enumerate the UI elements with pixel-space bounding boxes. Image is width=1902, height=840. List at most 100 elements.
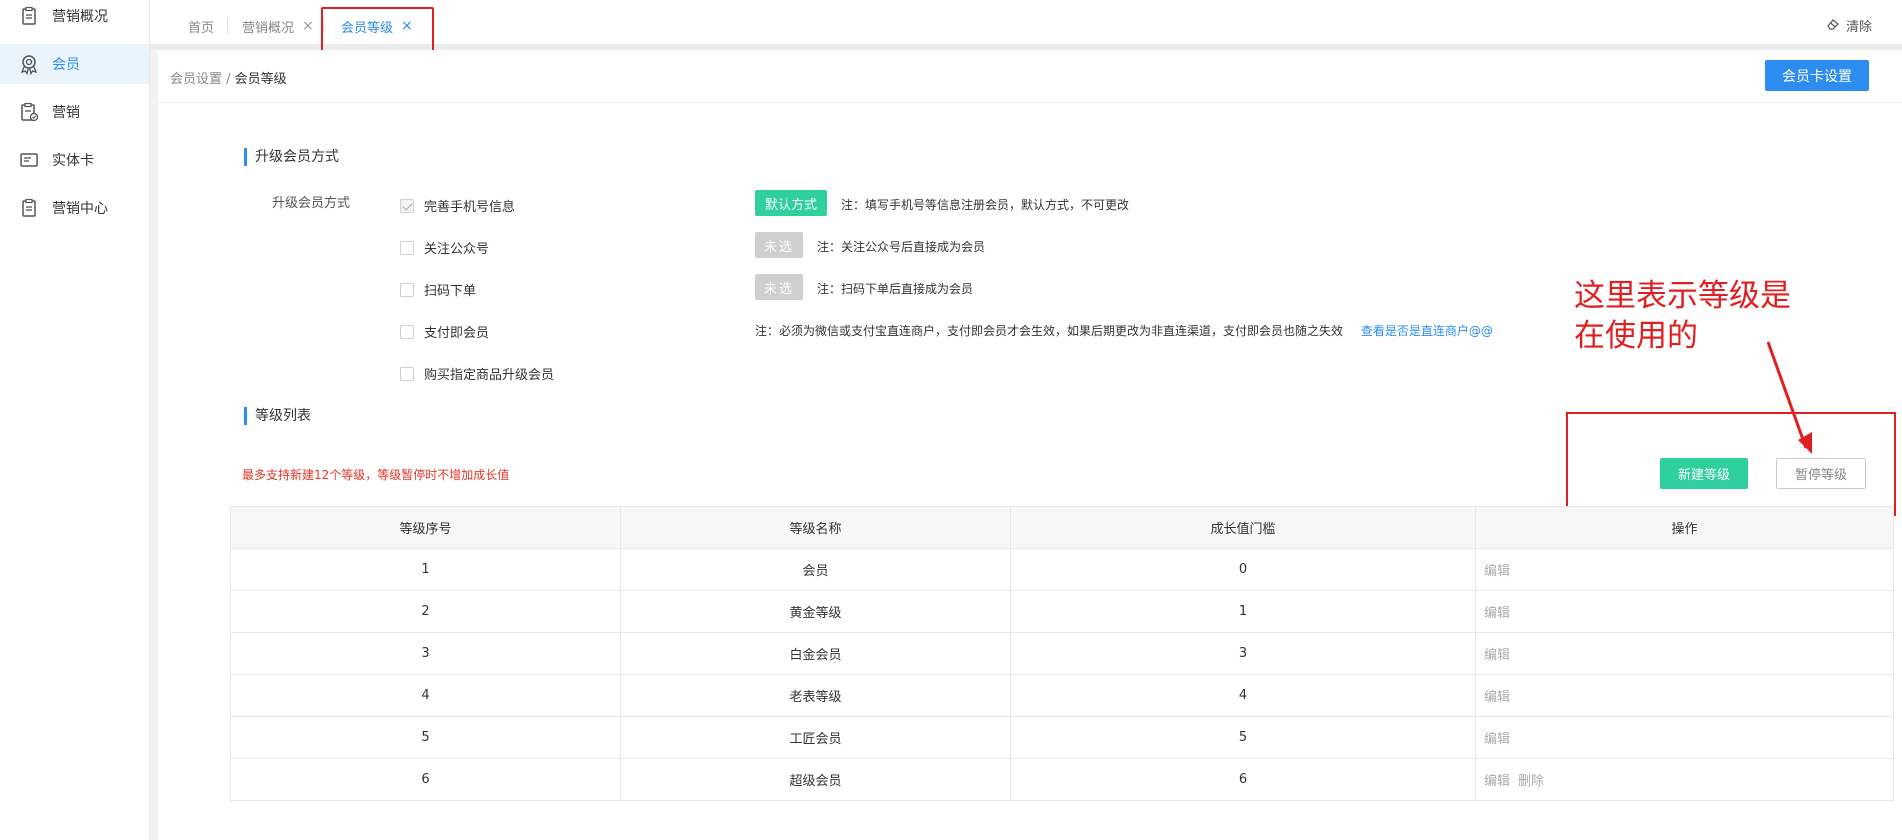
edit-link[interactable]: 编辑 (1484, 774, 1510, 789)
breadcrumb: 会员设置 / 会员等级 (170, 68, 287, 87)
table-row: 2 黄金等级 1 编辑 (230, 590, 1894, 633)
tab-label: 营销概况 (242, 20, 295, 36)
sidebar-item-marketing-center[interactable]: 营销中心 (0, 189, 149, 227)
option-follow-account[interactable]: 关注公众号 (400, 238, 489, 257)
level-name: 超级会员 (620, 758, 1011, 801)
clipboard-check-icon (18, 101, 40, 123)
table-row: 6 超级会员 6 编辑 删除 (230, 758, 1894, 801)
delete-link[interactable]: 删除 (1518, 774, 1544, 789)
edit-link[interactable]: 编辑 (1484, 690, 1510, 705)
level-ops: 编辑 (1475, 632, 1894, 675)
level-no: 6 (230, 758, 621, 801)
clipboard-icon (18, 197, 40, 219)
breadcrumb-parent[interactable]: 会员设置 (170, 72, 222, 87)
new-level-button[interactable]: 新建等级 (1660, 458, 1748, 489)
tab-marketing-overview[interactable]: 营销概况 × (242, 16, 314, 36)
checkbox[interactable] (400, 324, 414, 339)
table-row: 3 白金会员 3 编辑 (230, 632, 1894, 675)
card-icon (18, 149, 40, 171)
level-ops: 编辑 (1475, 674, 1894, 717)
clear-label: 清除 (1845, 20, 1872, 35)
level-ops: 编辑 (1475, 590, 1894, 633)
option-buy-product[interactable]: 购买指定商品升级会员 (400, 364, 554, 383)
option-note: 注：关注公众号后直接成为会员 (817, 240, 986, 254)
sidebar-item-physical-card[interactable]: 实体卡 (0, 141, 149, 179)
level-name: 会员 (620, 548, 1011, 591)
option-label: 扫码下单 (424, 284, 477, 299)
checkbox[interactable] (400, 366, 414, 381)
checkbox[interactable] (400, 198, 414, 213)
level-no: 1 (230, 548, 621, 591)
upgrade-field-label: 升级会员方式 (272, 196, 351, 211)
tab-home[interactable]: 首页 (188, 16, 214, 36)
upgrade-section-title: 升级会员方式 (244, 148, 339, 166)
card-settings-button[interactable]: 会员卡设置 (1765, 60, 1869, 91)
sidebar-item-member[interactable]: 会员 (0, 44, 149, 84)
sidebar-item-label: 营销概况 (52, 9, 108, 25)
table-row: 4 老表等级 4 编辑 (230, 674, 1894, 717)
level-name: 黄金等级 (620, 590, 1011, 633)
default-method-badge: 默认方式 (755, 190, 827, 216)
note-text: 注：必须为微信或支付宝直连商户，支付即会员才会生效，如果后期更改为非直连渠道，支… (755, 324, 1344, 338)
option-note: 注：必须为微信或支付宝直连商户，支付即会员才会生效，如果后期更改为非直连渠道，支… (755, 322, 1493, 339)
sidebar-item-label: 营销中心 (52, 201, 108, 217)
sidebar: 营销概况 会员 营销 实体卡 营销中心 (0, 0, 150, 840)
level-table: 等级序号 等级名称 成长值门槛 操作 1 会员 0 编辑 2 黄金等级 1 编辑… (230, 506, 1894, 801)
clear-button[interactable]: 清除 (1826, 16, 1872, 35)
level-no: 2 (230, 590, 621, 633)
column-header: 操作 (1475, 506, 1894, 549)
annotation-highlight-box (321, 7, 434, 55)
direct-merchant-link[interactable]: 查看是否是直连商户@@ (1361, 324, 1493, 338)
unselected-badge[interactable]: 未选 (755, 232, 803, 258)
table-row: 5 工匠会员 5 编辑 (230, 716, 1894, 759)
breadcrumb-current: 会员等级 (234, 72, 287, 87)
tab-separator (227, 18, 228, 34)
sidebar-item-marketing[interactable]: 营销 (0, 93, 149, 131)
table-row: 1 会员 0 编辑 (230, 548, 1894, 591)
level-ops: 编辑 (1475, 716, 1894, 759)
sidebar-item-label: 会员 (52, 57, 80, 73)
checkbox[interactable] (400, 282, 414, 297)
level-threshold: 1 (1010, 590, 1476, 633)
level-ops: 编辑 (1475, 548, 1894, 591)
checkbox[interactable] (400, 240, 414, 255)
option-label: 完善手机号信息 (424, 200, 516, 215)
level-name: 白金会员 (620, 632, 1011, 675)
level-name: 工匠会员 (620, 716, 1011, 759)
option-note: 注：扫码下单后直接成为会员 (817, 282, 974, 296)
edit-link[interactable]: 编辑 (1484, 564, 1510, 579)
edit-link[interactable]: 编辑 (1484, 606, 1510, 621)
member-badge-icon (18, 53, 40, 76)
level-no: 3 (230, 632, 621, 675)
header-divider (158, 102, 1902, 103)
level-warning-text: 最多支持新建12个等级，等级暂停时不增加成长值 (242, 468, 510, 482)
close-icon[interactable]: × (302, 18, 314, 34)
tab-label: 首页 (188, 20, 215, 36)
sidebar-item-label: 营销 (52, 105, 80, 121)
clipboard-icon (18, 5, 40, 27)
option-scan-order[interactable]: 扫码下单 (400, 280, 476, 299)
level-threshold: 5 (1010, 716, 1476, 759)
level-threshold: 0 (1010, 548, 1476, 591)
sidebar-item-marketing-overview[interactable]: 营销概况 (0, 0, 149, 35)
unselected-badge[interactable]: 未选 (755, 274, 803, 300)
level-name: 老表等级 (620, 674, 1011, 717)
pause-level-button[interactable]: 暂停等级 (1776, 458, 1866, 489)
level-threshold: 6 (1010, 758, 1476, 801)
table-header-row: 等级序号 等级名称 成长值门槛 操作 (230, 506, 1894, 549)
eraser-icon (1826, 17, 1840, 35)
edit-link[interactable]: 编辑 (1484, 732, 1510, 747)
level-no: 4 (230, 674, 621, 717)
column-header: 等级序号 (230, 506, 621, 549)
level-threshold: 4 (1010, 674, 1476, 717)
option-label: 购买指定商品升级会员 (424, 368, 555, 383)
level-ops: 编辑 删除 (1475, 758, 1894, 801)
option-pay-member[interactable]: 支付即会员 (400, 322, 489, 341)
column-header: 等级名称 (620, 506, 1011, 549)
sidebar-item-label: 实体卡 (52, 153, 94, 169)
option-phone-info[interactable]: 完善手机号信息 (400, 196, 515, 215)
column-header: 成长值门槛 (1010, 506, 1476, 549)
edit-link[interactable]: 编辑 (1484, 648, 1510, 663)
level-no: 5 (230, 716, 621, 759)
option-label: 关注公众号 (424, 242, 490, 257)
